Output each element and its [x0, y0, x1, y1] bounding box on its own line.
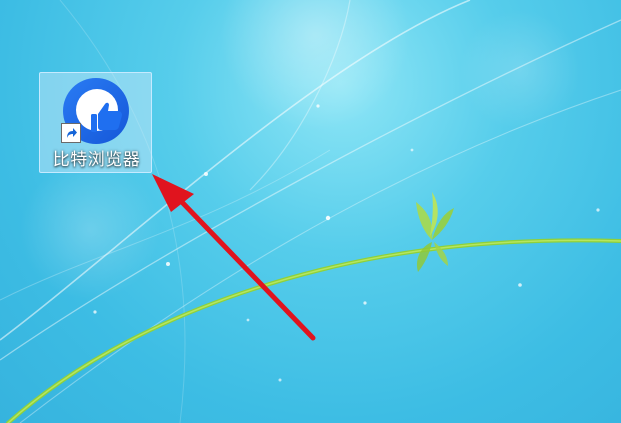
shortcut-label: 比特浏览器 [52, 150, 141, 170]
desktop[interactable]: 比特浏览器 [0, 0, 621, 423]
shortcut-arrow-icon [61, 123, 81, 143]
wallpaper-image [0, 0, 621, 423]
desktop-shortcut-bitbrowser[interactable]: 比特浏览器 [39, 72, 152, 173]
